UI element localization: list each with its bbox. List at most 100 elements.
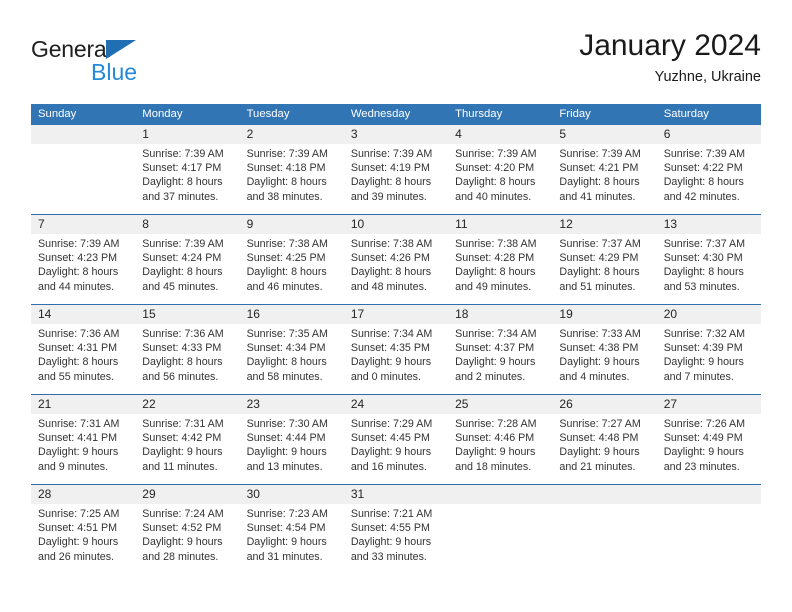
- sunrise-text: Sunrise: 7:36 AM: [38, 328, 120, 340]
- day-number[interactable]: 24: [344, 395, 448, 414]
- day-number[interactable]: 27: [657, 395, 761, 414]
- sunrise-text: Sunrise: 7:21 AM: [350, 508, 433, 520]
- day-cell[interactable]: Sunrise: 7:27 AM Sunset: 4:48 PM Daylight:…: [552, 414, 656, 484]
- weekday-header-row: Sunday Monday Tuesday Wednesday Thursday Frid…: [31, 104, 761, 125]
- day-number[interactable]: 19: [552, 305, 656, 324]
- day-cell[interactable]: Sunrise: 7:28 AM Sunset: 4:46 PM Daylight:…: [448, 414, 552, 484]
- daylight-text-line1: Daylight: 9 hours: [663, 446, 744, 459]
- day-number[interactable]: 1: [135, 125, 239, 144]
- daylight-text-line2: and 33 minutes.: [350, 550, 427, 563]
- day-cell[interactable]: Sunrise: 7:31 AM Sunset: 4:42 PM Daylight:…: [135, 414, 239, 484]
- day-cell[interactable]: Sunrise: 7:23 AM Sunset: 4:54 PM Daylight:…: [240, 504, 344, 574]
- day-number[interactable]: 18: [448, 305, 552, 324]
- sunset-text: Sunset: 4:19 PM: [350, 162, 430, 175]
- sunset-text: Sunset: 4:35 PM: [350, 342, 430, 355]
- sunset-text: Sunset: 4:21 PM: [559, 162, 639, 175]
- day-cell[interactable]: Sunrise: 7:38 AM Sunset: 4:26 PM Daylight:…: [344, 234, 448, 304]
- day-cell[interactable]: Sunrise: 7:34 AM Sunset: 4:35 PM Daylight:…: [344, 324, 448, 394]
- calendar-grid: Sunday Monday Tuesday Wednesday Thursday Frid…: [31, 104, 761, 574]
- sunrise-text: Sunrise: 7:36 AM: [142, 328, 224, 340]
- day-cell[interactable]: Sunrise: 7:39 AM Sunset: 4:22 PM Daylight:…: [657, 144, 761, 214]
- day-number[interactable]: 25: [448, 395, 552, 414]
- day-cell[interactable]: Sunrise: 7:32 AM Sunset: 4:39 PM Daylight:…: [657, 324, 761, 394]
- day-number[interactable]: 16: [240, 305, 344, 324]
- sunrise-text: Sunrise: 7:38 AM: [350, 238, 433, 250]
- day-cell[interactable]: Sunrise: 7:21 AM Sunset: 4:55 PM Daylight:…: [344, 504, 448, 574]
- day-number[interactable]: 26: [552, 395, 656, 414]
- day-number[interactable]: 12: [552, 215, 656, 234]
- day-cell[interactable]: Sunrise: 7:39 AM Sunset: 4:23 PM Daylight:…: [31, 234, 135, 304]
- sunrise-text: Sunrise: 7:39 AM: [559, 148, 641, 160]
- sunrise-text: Sunrise: 7:25 AM: [38, 508, 120, 520]
- sunset-text: Sunset: 4:28 PM: [455, 252, 535, 265]
- day-cell[interactable]: Sunrise: 7:39 AM Sunset: 4:20 PM Daylight:…: [448, 144, 552, 214]
- day-cell[interactable]: Sunrise: 7:39 AM Sunset: 4:19 PM Daylight:…: [344, 144, 448, 214]
- sunrise-text: Sunrise: 7:39 AM: [455, 148, 537, 160]
- day-number[interactable]: 21: [31, 395, 135, 414]
- day-cell[interactable]: Sunrise: 7:35 AM Sunset: 4:34 PM Daylight:…: [240, 324, 344, 394]
- sunrise-text: Sunrise: 7:39 AM: [246, 148, 328, 160]
- day-number[interactable]: 8: [135, 215, 239, 234]
- calendar-week-row: 28 29 30 31 Sunrise: 7:25 AM Sunset: 4:51 PM D…: [31, 484, 761, 574]
- day-number[interactable]: 29: [135, 485, 239, 504]
- day-number[interactable]: 17: [344, 305, 448, 324]
- sunrise-text: Sunrise: 7:33 AM: [559, 328, 641, 340]
- day-cell[interactable]: Sunrise: 7:39 AM Sunset: 4:18 PM Daylight:…: [240, 144, 344, 214]
- page-header: General Blue January 2024 Yuzhne, Ukrain…: [31, 28, 761, 98]
- calendar-page: General Blue January 2024 Yuzhne, Ukrain…: [0, 0, 792, 612]
- day-number[interactable]: 10: [344, 215, 448, 234]
- day-number[interactable]: 23: [240, 395, 344, 414]
- sunset-text: Sunset: 4:34 PM: [246, 342, 326, 355]
- day-cell[interactable]: Sunrise: 7:37 AM Sunset: 4:29 PM Daylight:…: [552, 234, 656, 304]
- day-cell[interactable]: Sunrise: 7:39 AM Sunset: 4:24 PM Daylight:…: [135, 234, 239, 304]
- day-cell[interactable]: Sunrise: 7:24 AM Sunset: 4:52 PM Daylight:…: [135, 504, 239, 574]
- day-detail-band: Sunrise: 7:31 AM Sunset: 4:41 PM Daylight:…: [31, 414, 761, 484]
- daylight-text-line2: and 23 minutes.: [663, 460, 740, 473]
- day-number[interactable]: 13: [657, 215, 761, 234]
- day-cell[interactable]: Sunrise: 7:37 AM Sunset: 4:30 PM Daylight:…: [657, 234, 761, 304]
- day-cell[interactable]: Sunrise: 7:30 AM Sunset: 4:44 PM Daylight:…: [240, 414, 344, 484]
- day-cell[interactable]: Sunrise: 7:38 AM Sunset: 4:28 PM Daylight:…: [448, 234, 552, 304]
- day-number[interactable]: 5: [552, 125, 656, 144]
- daylight-text-line1: Daylight: 9 hours: [663, 356, 744, 369]
- day-cell[interactable]: Sunrise: 7:31 AM Sunset: 4:41 PM Daylight:…: [31, 414, 135, 484]
- day-number[interactable]: 15: [135, 305, 239, 324]
- daylight-text-line1: Daylight: 9 hours: [38, 536, 119, 549]
- sunset-text: Sunset: 4:38 PM: [559, 342, 639, 355]
- day-number[interactable]: 6: [657, 125, 761, 144]
- day-number[interactable]: 30: [240, 485, 344, 504]
- day-cell[interactable]: Sunrise: 7:39 AM Sunset: 4:17 PM Daylight:…: [135, 144, 239, 214]
- sunset-text: Sunset: 4:17 PM: [142, 162, 222, 175]
- day-cell[interactable]: Sunrise: 7:26 AM Sunset: 4:49 PM Daylight:…: [657, 414, 761, 484]
- sunset-text: Sunset: 4:26 PM: [350, 252, 430, 265]
- day-number[interactable]: 14: [31, 305, 135, 324]
- page-title: January 2024: [579, 29, 761, 62]
- day-number[interactable]: 11: [448, 215, 552, 234]
- day-number[interactable]: 31: [344, 485, 448, 504]
- day-number[interactable]: 20: [657, 305, 761, 324]
- day-number[interactable]: 3: [344, 125, 448, 144]
- day-cell[interactable]: Sunrise: 7:34 AM Sunset: 4:37 PM Daylight:…: [448, 324, 552, 394]
- general-blue-logo: General Blue: [31, 36, 231, 92]
- day-number[interactable]: 22: [135, 395, 239, 414]
- day-cell[interactable]: Sunrise: 7:33 AM Sunset: 4:38 PM Daylight:…: [552, 324, 656, 394]
- daylight-text-line1: Daylight: 9 hours: [246, 536, 327, 549]
- day-number[interactable]: 28: [31, 485, 135, 504]
- day-number[interactable]: 9: [240, 215, 344, 234]
- day-cell[interactable]: Sunrise: 7:36 AM Sunset: 4:33 PM Daylight:…: [135, 324, 239, 394]
- day-cell[interactable]: Sunrise: 7:38 AM Sunset: 4:25 PM Daylight:…: [240, 234, 344, 304]
- day-cell[interactable]: Sunrise: 7:25 AM Sunset: 4:51 PM Daylight:…: [31, 504, 135, 574]
- day-cell[interactable]: Sunrise: 7:36 AM Sunset: 4:31 PM Daylight:…: [31, 324, 135, 394]
- day-number[interactable]: 4: [448, 125, 552, 144]
- daylight-text-line2: and 37 minutes.: [142, 190, 219, 203]
- day-number[interactable]: 7: [31, 215, 135, 234]
- daylight-text-line2: and 13 minutes.: [246, 460, 323, 473]
- daylight-text-line1: Daylight: 8 hours: [663, 176, 744, 189]
- day-number[interactable]: 2: [240, 125, 344, 144]
- day-cell[interactable]: Sunrise: 7:39 AM Sunset: 4:21 PM Daylight:…: [552, 144, 656, 214]
- weekday-header-sunday: Sunday: [38, 108, 77, 120]
- day-cell[interactable]: Sunrise: 7:29 AM Sunset: 4:45 PM Daylight:…: [344, 414, 448, 484]
- daylight-text-line1: Daylight: 8 hours: [559, 266, 640, 279]
- sunset-text: Sunset: 4:44 PM: [246, 432, 326, 445]
- day-detail-band: Sunrise: 7:25 AM Sunset: 4:51 PM Daylight:…: [31, 504, 761, 574]
